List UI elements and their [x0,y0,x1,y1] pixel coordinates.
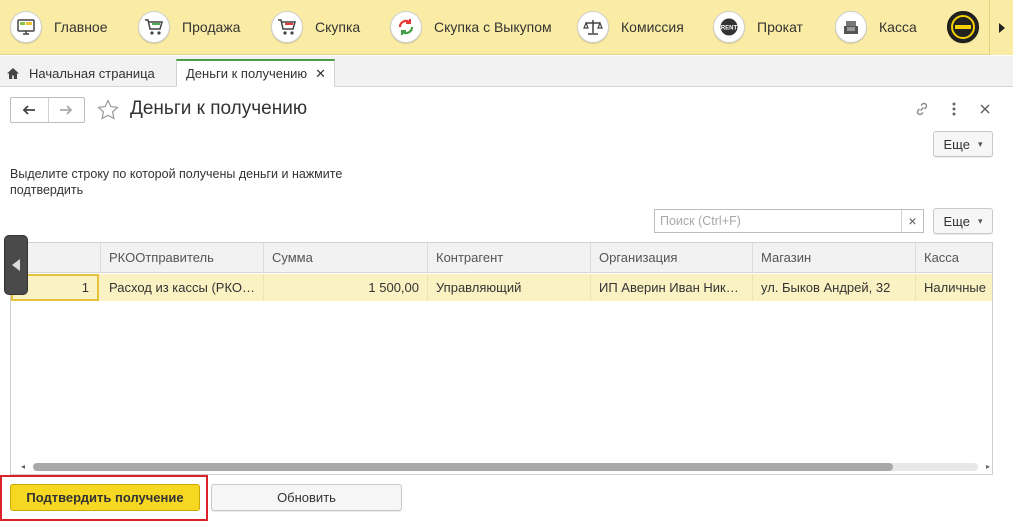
more-button-label: Еще [943,213,970,229]
cell-counterparty[interactable]: Управляющий [428,274,591,301]
section-purchase[interactable]: Скупка [271,9,360,45]
history-nav [10,97,85,123]
open-windows-bar: Начальная страница Деньги к получению ✕ [0,56,1013,87]
section-commission[interactable]: Комиссия [577,9,684,45]
cell-store[interactable]: ул. Быков Андрей, 32 [753,274,916,301]
column-header-counterparty[interactable]: Контрагент [428,243,591,273]
more-button-table[interactable]: Еще ▾ [933,208,993,234]
back-button[interactable] [11,98,48,122]
scroll-right-arrow-icon[interactable]: ▸ [986,462,990,471]
section-label: Скупка с Выкупом [434,19,552,35]
clear-search-icon[interactable]: × [901,210,923,232]
scroll-right-button[interactable] [989,0,1013,55]
arrow-right-icon [60,105,73,115]
table-row[interactable]: 1 Расход из кассы (РКО… 1 500,00 Управля… [11,274,992,301]
section-rent[interactable]: RENT Прокат [713,9,803,45]
forward-button[interactable] [47,98,85,122]
pawnshop-logo-icon [947,11,979,43]
cart-icon [138,11,170,43]
money-table[interactable]: РКООтправитель Сумма Контрагент Организа… [10,242,993,475]
rent-icon: RENT [713,11,745,43]
section-purchase-redemption[interactable]: Скупка с Выкупом [390,9,552,45]
column-header-organization[interactable]: Организация [591,243,753,273]
section-label: Главное [54,19,108,35]
cell-cashbox[interactable]: Наличные [916,274,992,301]
dropdown-arrow-icon: ▾ [977,215,983,226]
tab-home[interactable]: Начальная страница [6,59,155,87]
dropdown-arrow-icon: ▾ [977,138,983,149]
cell-sender[interactable]: Расход из кассы (РКО… [101,274,264,301]
section-label: Скупка [315,19,361,35]
close-tab-icon[interactable]: ✕ [315,66,326,82]
column-header-cashbox[interactable]: Касса [916,243,992,273]
monitor-icon [10,11,42,43]
triangle-right-icon [998,22,1005,33]
instruction-text: Выделите строку по которой получены день… [10,167,343,197]
table-header: РКООтправитель Сумма Контрагент Организа… [11,243,992,273]
tab-active-label: Деньги к получению [186,66,308,81]
section-cash[interactable]: Касса [835,9,917,45]
horizontal-scrollbar[interactable]: ◂ ▸ [21,462,990,471]
cart-icon [271,11,303,43]
more-button-label: Еще [943,136,970,152]
more-button-top[interactable]: Еще ▾ [933,131,993,157]
section-label: Прокат [757,19,803,35]
home-icon [7,67,19,79]
tab-home-label: Начальная страница [29,65,155,81]
section-main[interactable]: Главное [10,9,108,45]
search-field: × [654,209,924,233]
column-header-amount[interactable]: Сумма [264,243,428,273]
cell-amount[interactable]: 1 500,00 [264,274,428,301]
refresh-icon [390,11,422,43]
section-label: Продажа [182,19,241,35]
search-input[interactable] [655,210,901,232]
section-label: Касса [879,19,917,35]
scrollbar-thumb[interactable] [33,463,893,471]
confirm-receipt-button[interactable]: Подтвердить получение [10,484,200,511]
scales-icon [577,11,609,43]
sections-panel: Главное Продажа Скупка Скупка с Выкупом … [0,0,1013,55]
favorite-star-icon[interactable] [95,97,121,123]
triangle-left-icon [12,259,20,271]
form-title: Деньги к получению [130,98,308,119]
column-header-sender[interactable]: РКООтправитель [101,243,264,273]
close-form-icon[interactable] [975,99,995,119]
column-header-store[interactable]: Магазин [753,243,916,273]
cash-register-icon [835,11,867,43]
section-sales[interactable]: Продажа [138,9,240,45]
cell-organization[interactable]: ИП Аверин Иван Ник… [591,274,753,301]
more-vertical-icon[interactable] [944,99,964,119]
section-logo[interactable] [947,9,979,45]
refresh-button[interactable]: Обновить [211,484,402,511]
tab-money-receivable[interactable]: Деньги к получению ✕ [176,59,336,87]
arrow-left-icon [22,105,36,115]
scroll-left-arrow-icon[interactable]: ◂ [21,462,25,471]
link-icon[interactable] [912,99,932,119]
svg-text:RENT: RENT [721,26,738,32]
collapse-panel-button[interactable] [4,235,28,295]
section-label: Комиссия [621,19,684,35]
